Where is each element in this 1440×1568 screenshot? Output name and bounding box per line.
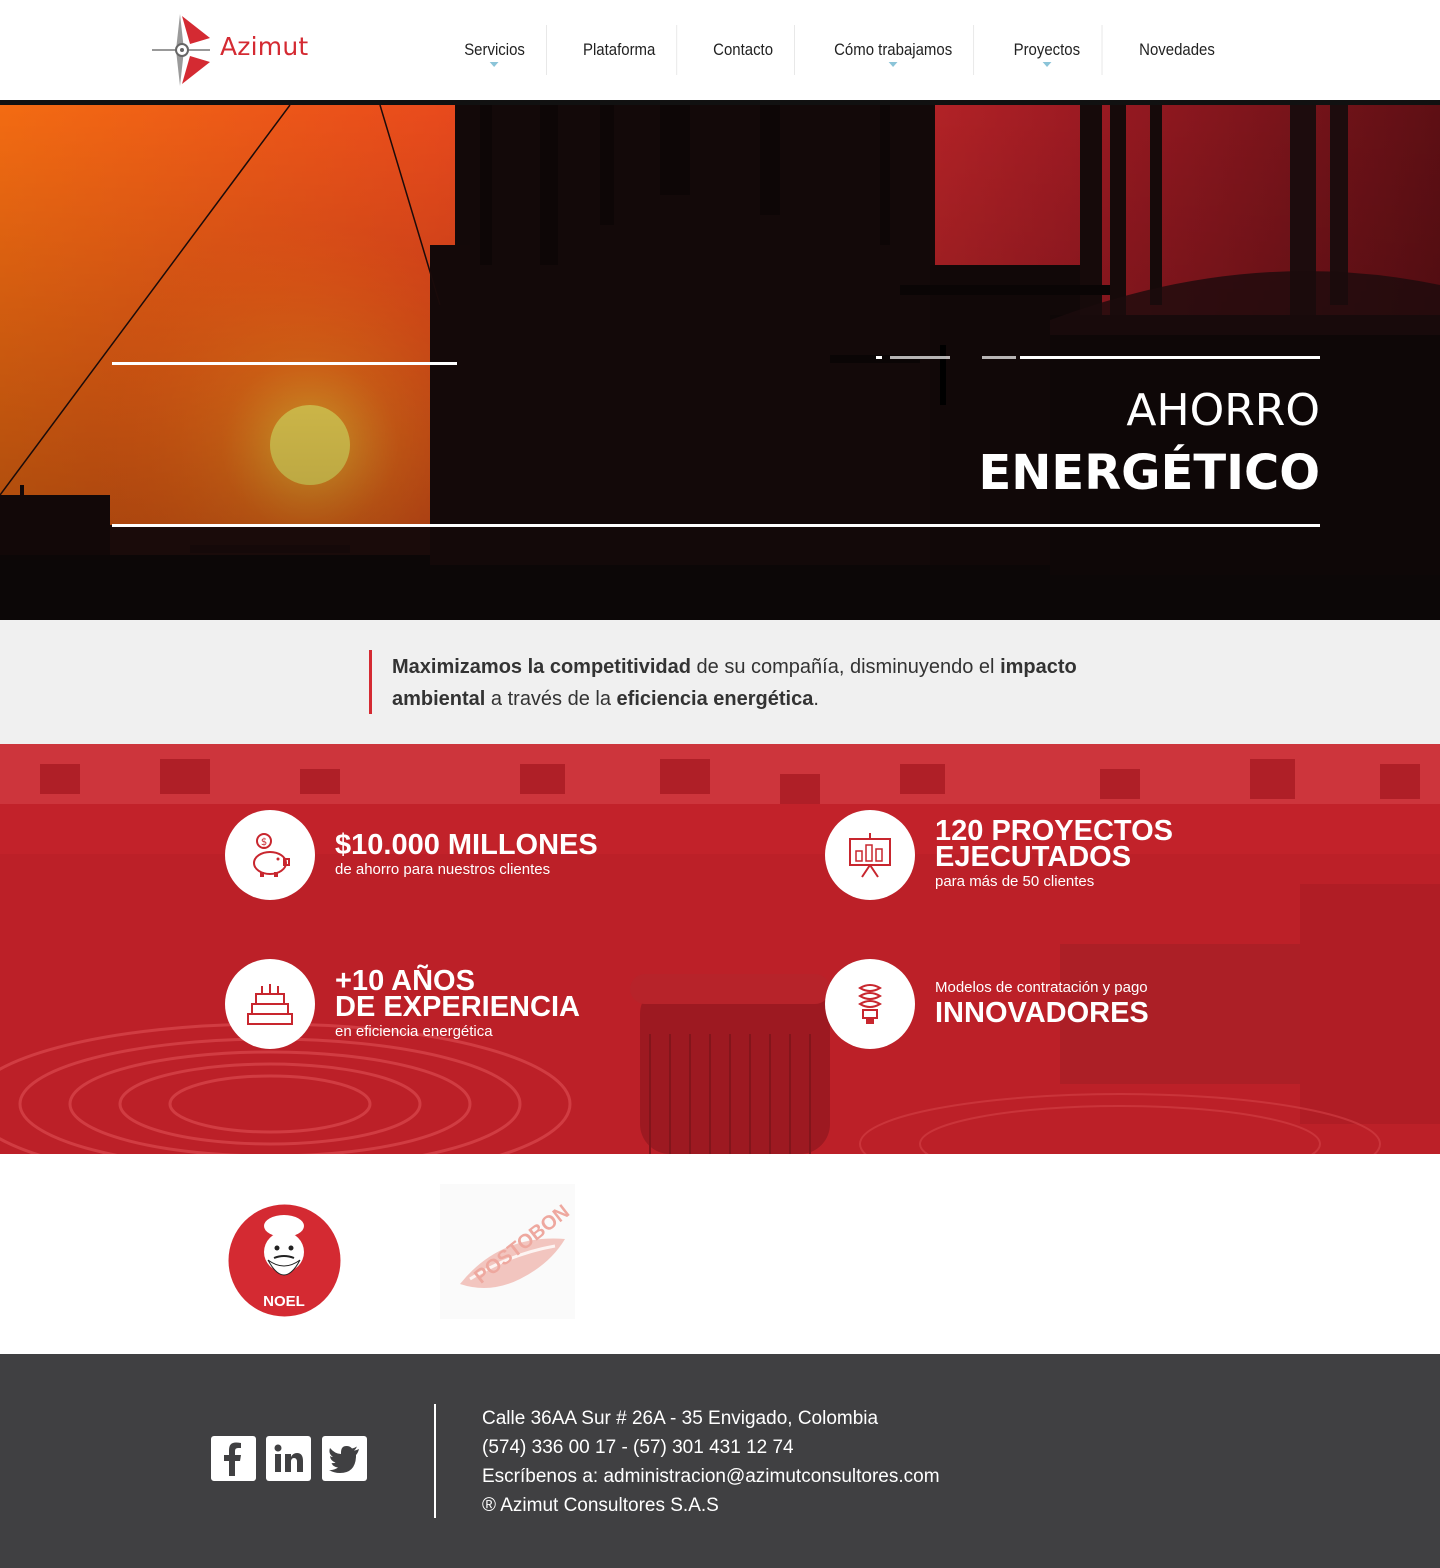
postobon-logo-icon: POSTOBON [440,1184,575,1319]
nav-novedades[interactable]: Novedades [1118,25,1236,75]
stat-models-value: INNOVADORES [935,997,1149,1029]
dropdown-caret-icon [490,62,499,67]
nav-label: Novedades [1139,40,1215,59]
hero-banner: AHORRO ENERGÉTICO [0,105,1440,620]
footer-address: Calle 36AA Sur # 26A - 35 Envigado, Colo… [482,1408,879,1429]
stat-projects-value-line2: EJECUTADOS [935,841,1132,873]
linkedin-icon[interactable] [266,1436,311,1481]
intro-span: . [813,688,819,710]
dropdown-caret-icon [888,62,898,67]
stat-experience-caption: en eficiencia energética [335,1023,493,1040]
footer-email[interactable]: Escríbenos a: administracion@azimutconsu… [482,1462,940,1491]
stat-savings-caption: de ahorro para nuestros clientes [335,861,551,878]
site-footer: Calle 36AA Sur # 26A - 35 Envigado, Colo… [0,1354,1440,1568]
intro-text: Maximizamos la competitividad de su comp… [392,651,1112,715]
footer-copyright: ® Azimut Consultores S.A.S [482,1495,719,1516]
stats-section: $ $10.000 MILLONES de ahorro para nuestr… [0,744,1440,1154]
piggy-bank-icon: $ [225,810,315,900]
compass-logo-icon [152,14,210,86]
facebook-icon[interactable] [211,1436,256,1481]
nav-contacto[interactable]: Contacto [692,25,796,75]
stat-savings-value: $10.000 MILLONES [335,829,598,861]
intro-bold: eficiencia energética [616,688,814,710]
nav-como-trabajamos[interactable]: Cómo trabajamos [813,25,975,75]
intro-span: de su compañía, disminuyendo el [690,656,1001,678]
noel-logo-icon: NOEL [228,1204,341,1317]
light-bulb-icon [825,959,915,1049]
hero-title-line1: AHORRO [1126,385,1320,436]
footer-divider [434,1404,436,1518]
nav-label: Servicios [464,40,525,59]
svg-text:$: $ [261,837,267,848]
dropdown-caret-icon [1042,62,1052,67]
nav-servicios[interactable]: Servicios [443,25,547,75]
stat-projects-caption: para más de 50 clientes [935,873,1095,890]
nav-label: Cómo trabajamos [834,40,953,59]
intro-bold: Maximizamos la competitividad [392,656,691,678]
clients-section: NOEL POSTOBON [0,1154,1440,1354]
logo-text: Azimut [220,32,309,61]
noel-label: NOEL [263,1293,305,1310]
client-logo-postobon[interactable]: POSTOBON [440,1184,575,1319]
nav-label: Contacto [713,40,774,59]
cooling-fans-background-image [0,744,1440,1154]
main-nav: Servicios Plataforma Contacto Cómo traba… [436,25,1244,75]
intro-accent-bar [369,650,372,714]
stat-models-caption: Modelos de contratación y pago [935,979,1148,996]
azimut-logo[interactable]: Azimut [150,10,320,90]
intro-section: Maximizamos la competitividad de su comp… [0,620,1440,744]
presentation-board-icon [825,810,915,900]
refinery-silhouette-image [0,105,1440,620]
nav-label: Proyectos [1013,40,1081,59]
birthday-cake-icon [225,959,315,1049]
client-logo-noel[interactable]: NOEL [228,1204,341,1317]
nav-plataforma[interactable]: Plataforma [562,25,678,75]
site-header: Azimut Servicios Plataforma Contacto Cóm… [0,0,1440,100]
footer-contact: Calle 36AA Sur # 26A - 35 Envigado, Colo… [482,1404,940,1520]
twitter-icon[interactable] [322,1436,367,1481]
intro-span: a través de la [485,688,617,710]
hero-title-line2: ENERGÉTICO [978,445,1320,501]
footer-phones: (574) 336 00 17 - (57) 301 431 12 74 [482,1437,794,1458]
nav-label: Plataforma [582,40,656,59]
nav-proyectos[interactable]: Proyectos [993,25,1103,75]
stat-experience-value-line2: DE EXPERIENCIA [335,991,580,1023]
